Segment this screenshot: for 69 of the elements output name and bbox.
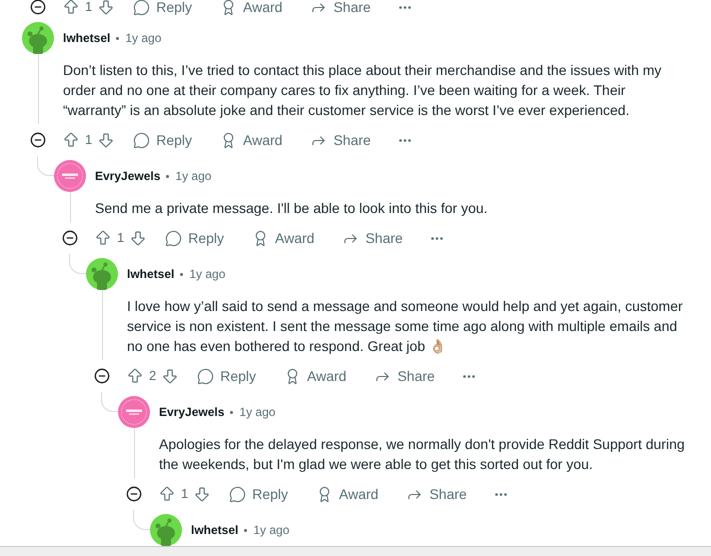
timestamp: 1y ago — [239, 404, 276, 421]
avatar — [150, 514, 182, 546]
username[interactable]: lwhetsel — [127, 265, 174, 283]
more-icon — [398, 6, 411, 8]
downvote-icon[interactable] — [161, 367, 180, 385]
award-button[interactable]: Award — [212, 0, 290, 23]
vote-count: 1 — [181, 485, 188, 504]
downvote-icon[interactable] — [193, 485, 212, 503]
more-icon — [430, 236, 443, 240]
share-button[interactable]: Share — [302, 0, 379, 23]
more-icon — [494, 492, 507, 496]
username[interactable]: lwhetsel — [191, 521, 238, 539]
vote-count: 1 — [85, 0, 92, 16]
downvote-icon[interactable] — [97, 131, 116, 149]
avatar — [54, 160, 86, 192]
reply-button[interactable]: Reply — [221, 478, 296, 510]
comment-icon — [197, 368, 214, 384]
upvote-icon[interactable] — [126, 367, 144, 385]
vote-count: 1 — [117, 229, 124, 248]
dot-separator — [116, 36, 120, 40]
reply-button[interactable]: Reply — [125, 124, 200, 156]
upvote-icon[interactable] — [94, 229, 112, 247]
share-button[interactable]: Share — [398, 478, 475, 510]
reply-button[interactable]: Reply — [157, 222, 232, 254]
share-button[interactable]: Share — [366, 360, 443, 392]
collapse-icon[interactable] — [62, 230, 78, 246]
downvote-icon[interactable] — [97, 0, 116, 16]
upvote-icon[interactable] — [158, 485, 176, 503]
reply-button[interactable]: Reply — [189, 360, 264, 392]
timestamp: 1y ago — [189, 266, 226, 283]
dot-separator — [166, 174, 170, 178]
comment-icon — [133, 132, 150, 148]
collapse-icon[interactable] — [126, 486, 142, 502]
dot-separator — [244, 528, 248, 532]
avatar — [118, 396, 150, 428]
reply-button[interactable]: Reply — [125, 0, 200, 23]
collapse-icon[interactable] — [30, 132, 46, 148]
comment-text: Send me a private message. I'll be able to look into this for you. — [94, 199, 489, 218]
dot-separator — [180, 272, 184, 276]
upvote-icon[interactable] — [62, 131, 80, 149]
avatar — [86, 258, 118, 290]
comment-icon — [165, 230, 182, 246]
share-button[interactable]: Share — [302, 124, 379, 156]
timestamp: 1y ago — [175, 168, 212, 185]
comment-text: I love how y’all said to send a message and someone would help and yet again, customer service is non existent. I sent the message some time ago along with multiple emails and no one has even bothered to respond. Great job 👌🏼 — [126, 297, 684, 356]
dot-separator — [230, 410, 234, 414]
vote-count: 2 — [149, 367, 156, 386]
timestamp: 1y ago — [253, 522, 290, 539]
comment-text: Apologies for the delayed response, we normally don't provide Reddit Support during the weekends, but I'm glad we were able to get this sorted out for you. — [158, 435, 686, 474]
timestamp: 1y ago — [125, 30, 162, 47]
award-button[interactable]: Award — [244, 222, 322, 254]
award-button[interactable]: Award — [308, 478, 386, 510]
downvote-icon[interactable] — [129, 229, 148, 247]
comment-icon — [229, 486, 246, 502]
comment-text: Don’t listen to this, I’ve tried to contact this place about their merchandise and the issues with my order and no one at their company cares to fix anything. I’ve been waiting for a week. Their “warranty” is an absolute joke and their customer service is the worst I’ve ever experienced. — [62, 61, 662, 120]
more-icon — [462, 374, 475, 378]
vote-count: 1 — [85, 131, 92, 150]
collapse-icon[interactable] — [30, 0, 46, 15]
collapse-icon[interactable] — [94, 368, 110, 384]
username[interactable]: EvryJewels — [95, 167, 160, 185]
share-button[interactable]: Share — [334, 222, 411, 254]
award-button[interactable]: Award — [276, 360, 354, 392]
username[interactable]: lwhetsel — [63, 29, 110, 47]
avatar — [22, 22, 54, 54]
username[interactable]: EvryJewels — [159, 403, 224, 421]
upvote-icon[interactable] — [62, 0, 80, 16]
award-button[interactable]: Award — [212, 124, 290, 156]
comment-icon — [133, 0, 150, 16]
more-icon — [398, 138, 411, 142]
